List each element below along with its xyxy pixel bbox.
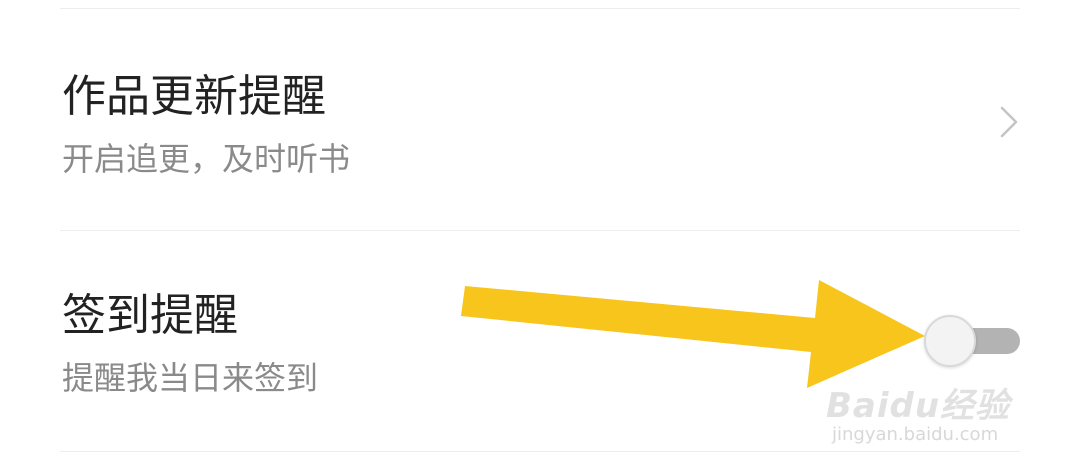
divider <box>60 451 1020 452</box>
setting-title: 作品更新提醒 <box>62 71 326 122</box>
setting-subtitle: 提醒我当日来签到 <box>62 359 319 397</box>
toggle-knob <box>924 315 976 367</box>
setting-row-sign-in-reminder: 签到提醒 提醒我当日来签到 <box>0 231 1080 451</box>
setting-subtitle: 开启追更，及时听书 <box>62 140 351 178</box>
chevron-right-icon[interactable] <box>998 105 1020 139</box>
divider <box>60 8 1020 9</box>
setting-row-work-update-reminder[interactable]: 作品更新提醒 开启追更，及时听书 <box>0 10 1080 230</box>
setting-title: 签到提醒 <box>62 290 238 341</box>
settings-screen: 作品更新提醒 开启追更，及时听书 签到提醒 提醒我当日来签到 Baidu经验 j… <box>0 0 1080 473</box>
sign-in-reminder-toggle[interactable] <box>924 315 1020 367</box>
